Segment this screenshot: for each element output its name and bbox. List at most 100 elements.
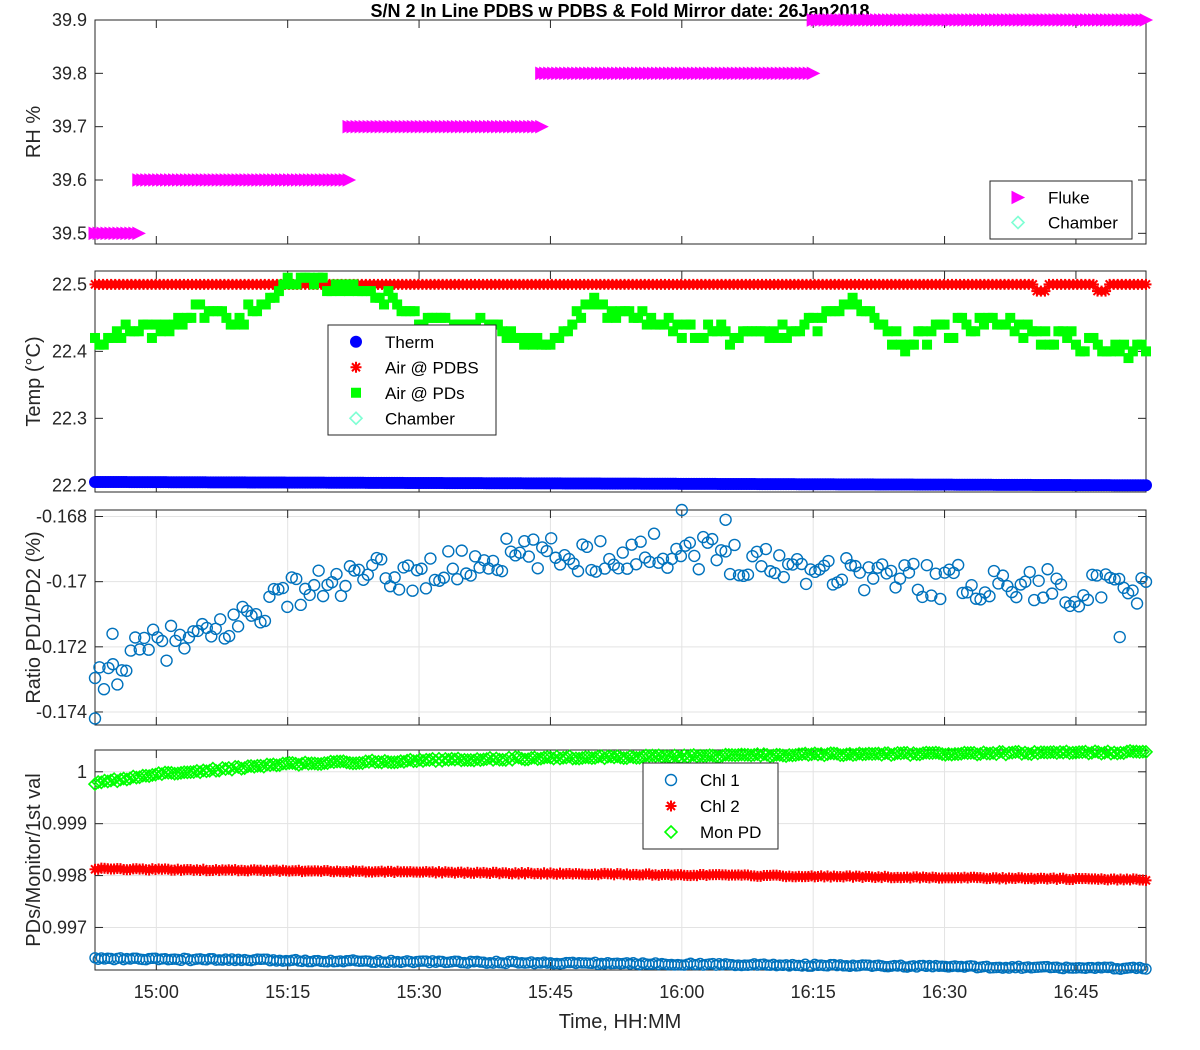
data-point [637,306,648,317]
y-tick-label: 39.5 [52,223,87,243]
data-point [111,678,124,691]
data-point [238,319,249,330]
y-tick-label: -0.174 [36,702,87,722]
data-point [812,326,823,337]
y-tick-label: 22.4 [52,341,87,361]
data-point [799,577,813,591]
series-mon-pd [87,743,1154,792]
x-axis-label: Time, HH:MM [559,1011,682,1033]
x-tick-label: 15:45 [528,982,573,1002]
x-tick-label: 16:45 [1053,982,1098,1002]
y-tick-label: -0.168 [36,507,87,527]
data-point [419,582,433,595]
data-point [116,332,127,343]
data-point [777,319,788,330]
data-point [214,613,227,626]
data-point [616,546,629,559]
legend-label: Chamber [1048,214,1118,233]
x-tick-label: 16:15 [791,982,836,1002]
data-point [406,584,419,597]
legend-label: Fluke [1048,189,1090,208]
y-tick-label: 22.2 [52,475,87,495]
data-point [316,589,330,603]
series-therm [89,475,1152,492]
axes-frame [94,19,1147,245]
data-point [728,538,741,552]
data-point [442,545,455,558]
data-point [777,570,790,584]
figure: S/N 2 In Line PDBS w PDBS & Fold Mirror … [23,1,1154,1033]
data-point [312,564,325,577]
data-point [773,549,786,562]
y-tick-label: 39.8 [52,63,87,83]
data-point [922,339,933,350]
data-point [455,544,468,557]
data-point [424,552,437,565]
data-point [1141,346,1151,357]
data-point [1018,332,1029,343]
series-ratio [88,503,1153,725]
y-tick-label: 39.6 [52,170,87,190]
figure-title: S/N 2 In Line PDBS w PDBS & Fold Mirror … [370,1,869,21]
x-tick-label: 15:30 [397,982,442,1002]
data-point [1077,589,1090,602]
data-point [676,332,687,343]
legend: Fluke Chamber [989,180,1133,240]
data-point [522,550,536,563]
data-point [106,627,119,640]
data-point [186,312,197,323]
legend-label: Mon PD [700,823,761,842]
data-point [535,119,549,134]
data-point [227,608,240,621]
data-point [920,558,934,572]
data-point [692,563,705,576]
data-point [544,532,558,545]
data-point [440,312,451,323]
data-point [1023,565,1036,579]
data-point [672,319,683,330]
y-tick-label: 0.997 [42,917,87,937]
data-point [342,173,357,187]
y-axis-label: RH % [23,106,45,158]
y-tick-label: 22.3 [52,408,87,428]
x-tick-label: 15:15 [265,982,310,1002]
data-point [1031,326,1042,337]
legend: Therm Air @ PDBS Air @ PDs Chamber [327,324,497,436]
panel-pds-monitor: 1 0.999 0.998 0.997PDs/Monitor/1st val Chl 1… [23,743,1154,975]
data-point [908,339,919,350]
data-point [1040,326,1051,337]
data-point [720,326,731,337]
y-tick-label: 39.7 [52,117,87,137]
data-point [891,326,902,337]
data-point [1014,319,1025,330]
data-point [1066,326,1077,337]
data-point [1140,479,1152,492]
data-point [970,326,981,337]
data-point [1079,346,1090,357]
panel-rh: 39.5 39.6 39.7 39.8 39.9 RH % Fluke Chamber [23,10,1154,245]
axes-frame [94,509,1147,726]
data-point [685,319,696,330]
data-point [1041,563,1054,576]
data-point [1035,339,1046,350]
data-point [887,339,898,350]
data-point [231,620,245,633]
panel-temp: 22.2 22.3 22.4 22.5 Temp (°C) Therm Air @ PDBS… [23,270,1152,495]
series-air-pdbs [89,278,1152,297]
data-point [531,562,544,575]
legend-label: Air @ PDs [385,384,465,403]
data-point [351,387,361,398]
y-tick-label: 1 [77,762,87,782]
data-point [142,319,153,330]
data-point [294,598,307,612]
data-point [917,326,928,337]
data-point [647,527,661,540]
x-tick-label: 16:30 [922,982,967,1002]
data-point [866,572,880,585]
data-point [475,312,486,323]
data-point [317,272,328,283]
x-tick-label: 16:00 [659,982,704,1002]
data-point [948,332,959,343]
data-point [409,306,420,317]
data-point [1045,587,1059,600]
